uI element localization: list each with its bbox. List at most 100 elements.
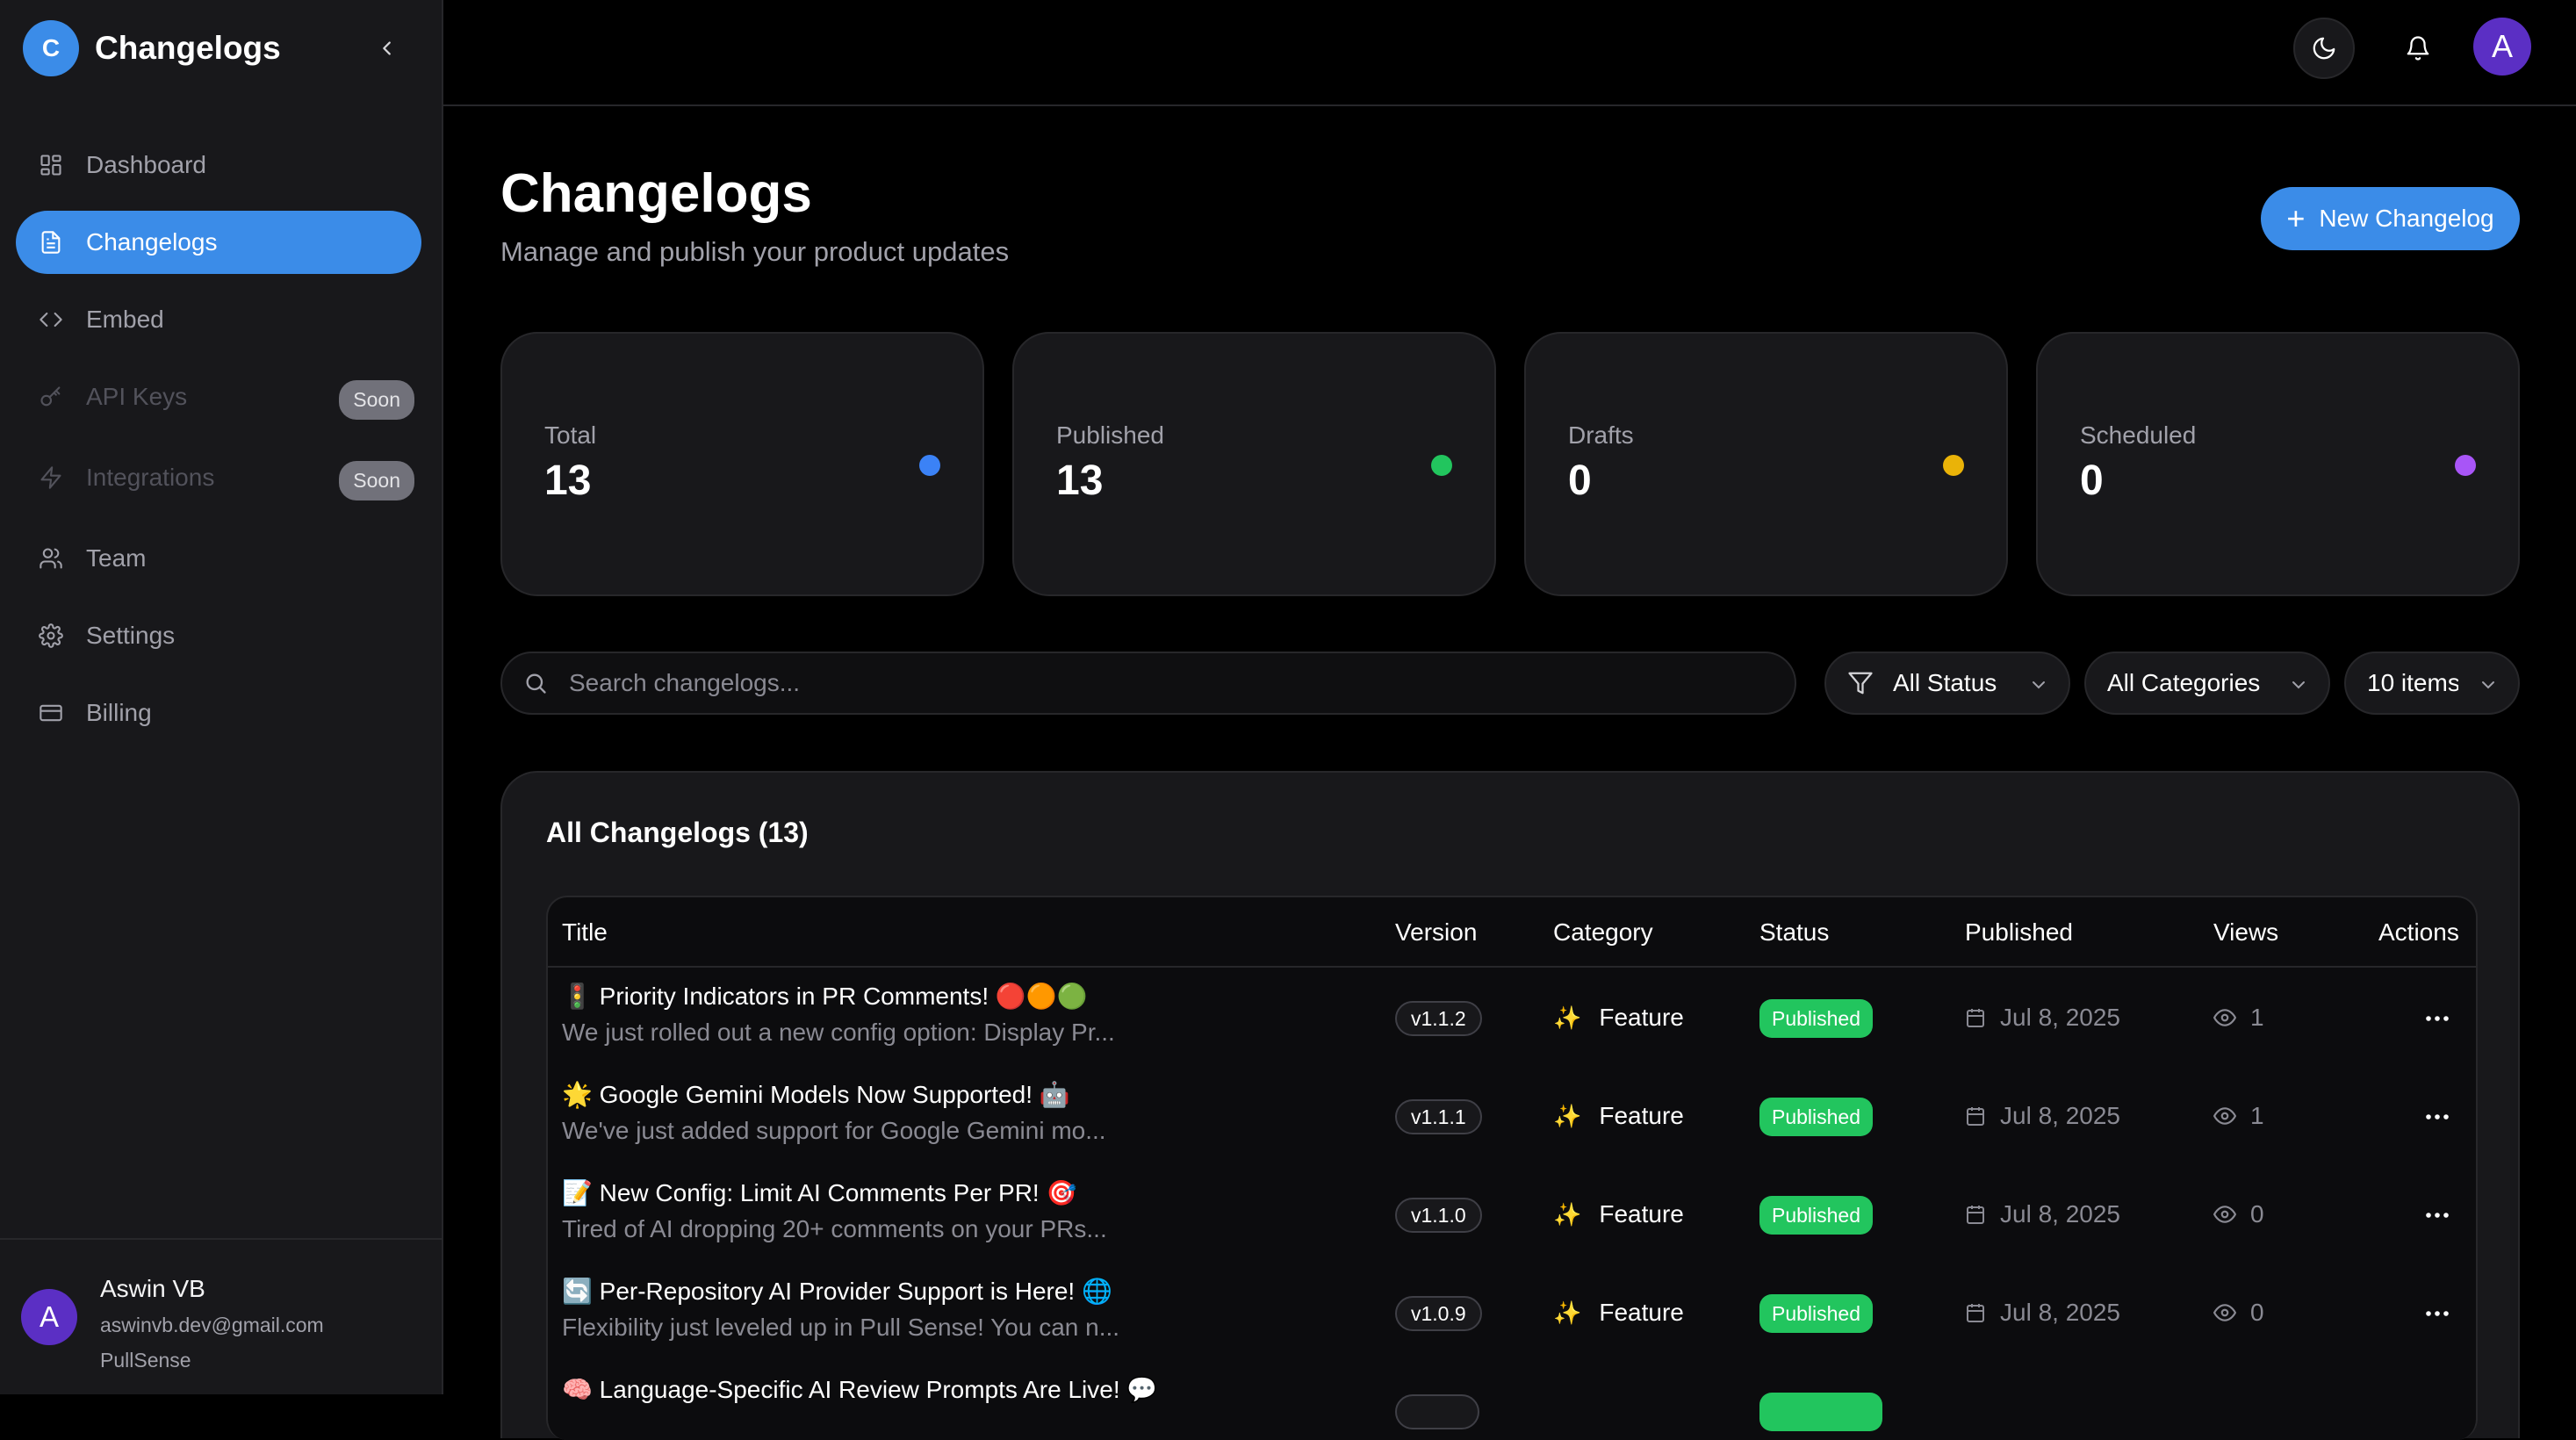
- category-label: Feature: [1599, 1200, 1684, 1228]
- sidebar-item-settings[interactable]: Settings: [16, 604, 421, 667]
- topbar: A: [443, 0, 2576, 106]
- row-title[interactable]: 🔄 Per-Repository AI Provider Support is …: [562, 1277, 1112, 1306]
- search-icon: [526, 673, 546, 694]
- row-title[interactable]: 🧠 Language-Specific AI Review Prompts Ar…: [562, 1375, 1157, 1404]
- avatar[interactable]: A: [2473, 18, 2531, 76]
- views-count: 0: [2250, 1200, 2264, 1228]
- sidebar-item-label: Dashboard: [86, 151, 206, 178]
- sidebar-nav: Dashboard Changelogs Embed API Keys Soon: [16, 133, 421, 759]
- theme-toggle-button[interactable]: [2293, 18, 2355, 79]
- user-email: aswinvb.dev@gmail.com: [100, 1314, 324, 1336]
- stat-value: 0: [2080, 457, 2104, 504]
- status-dot-icon: [1943, 455, 1964, 476]
- chevron-down-icon: [2033, 681, 2045, 689]
- page-size-select[interactable]: 10 items: [2344, 652, 2520, 715]
- card-title: All Changelogs (13): [546, 817, 809, 848]
- search-input[interactable]: [569, 669, 1710, 697]
- more-horizontal-icon: [2426, 1114, 2449, 1120]
- sidebar-item-label: Changelogs: [86, 228, 218, 256]
- stat-value: 13: [544, 457, 592, 504]
- avatar: A: [21, 1289, 77, 1345]
- published-cell: Jul 8, 2025: [1965, 1102, 2120, 1130]
- stat-label: Published: [1056, 421, 1164, 449]
- status-badge: Published: [1759, 1196, 1874, 1235]
- sidebar-item-integrations[interactable]: Integrations Soon: [16, 446, 421, 509]
- category-filter-select[interactable]: All Categories: [2084, 652, 2330, 715]
- published-date: Jul 8, 2025: [2000, 1004, 2120, 1031]
- table-row[interactable]: 📝 New Config: Limit AI Comments Per PR! …: [548, 1166, 2476, 1264]
- row-description: Tired of AI dropping 20+ comments on you…: [562, 1215, 1107, 1242]
- notifications-button[interactable]: [2387, 18, 2449, 79]
- status-dot-icon: [2455, 455, 2476, 476]
- category-label: Feature: [1599, 1004, 1684, 1031]
- row-title[interactable]: 🚦 Priority Indicators in PR Comments! 🔴🟠…: [562, 982, 1087, 1011]
- status-badge: [1759, 1393, 1882, 1431]
- sidebar-item-billing[interactable]: Billing: [16, 681, 421, 745]
- status-filter-select[interactable]: All Status: [1824, 652, 2070, 715]
- collapse-sidebar-button[interactable]: [369, 30, 406, 67]
- category-cell: ✨ Feature: [1553, 1200, 1684, 1228]
- user-name: Aswin VB: [100, 1275, 205, 1302]
- eye-icon: [2213, 1107, 2236, 1125]
- sidebar-item-label: Integrations: [86, 464, 215, 491]
- stat-label: Total: [544, 421, 597, 449]
- calendar-icon: [1967, 1107, 1984, 1126]
- page-subtitle: Manage and publish your product updates: [500, 236, 1010, 267]
- lightning-icon: [37, 464, 65, 492]
- eye-icon: [2213, 1009, 2236, 1026]
- calendar-icon: [1967, 1304, 1984, 1322]
- sidebar-item-embed[interactable]: Embed: [16, 288, 421, 351]
- dashboard-grid-icon: [37, 151, 65, 179]
- changelogs-table: Title Version Category Status Published …: [546, 896, 2478, 1440]
- users-icon: [37, 544, 65, 572]
- category-filter-value: All Categories: [2107, 669, 2261, 696]
- table-row[interactable]: 🚦 Priority Indicators in PR Comments! 🔴🟠…: [548, 969, 2476, 1068]
- stat-label: Scheduled: [2080, 421, 2197, 449]
- category-cell: ✨ Feature: [1553, 1004, 1684, 1032]
- more-actions-button[interactable]: [2420, 1298, 2455, 1329]
- soon-badge: Soon: [339, 461, 414, 500]
- status-badge: Published: [1759, 1294, 1874, 1333]
- status-dot-icon: [1431, 455, 1452, 476]
- page-title: Changelogs: [500, 163, 812, 224]
- more-horizontal-icon: [2426, 1213, 2449, 1218]
- brand[interactable]: C Changelogs: [23, 20, 281, 76]
- sidebar-item-changelogs[interactable]: Changelogs: [16, 211, 421, 274]
- search-bar[interactable]: [500, 652, 1796, 715]
- sidebar-item-dashboard[interactable]: Dashboard: [16, 133, 421, 197]
- more-actions-button[interactable]: [2420, 1003, 2455, 1034]
- calendar-icon: [1967, 1009, 1984, 1027]
- table-row[interactable]: 🌟 Google Gemini Models Now Supported! 🤖 …: [548, 1068, 2476, 1166]
- column-header-status[interactable]: Status: [1759, 918, 1829, 947]
- column-header-version[interactable]: Version: [1395, 918, 1477, 947]
- more-actions-button[interactable]: [2420, 1199, 2455, 1231]
- more-actions-button[interactable]: [2420, 1101, 2455, 1133]
- new-changelog-button[interactable]: + New Changelog: [2261, 187, 2520, 250]
- more-horizontal-icon: [2426, 1311, 2449, 1316]
- table-row[interactable]: 🔄 Per-Repository AI Provider Support is …: [548, 1264, 2476, 1363]
- document-icon: [37, 228, 65, 256]
- views-cell: 0: [2213, 1299, 2264, 1327]
- table-row[interactable]: 🧠 Language-Specific AI Review Prompts Ar…: [548, 1363, 2476, 1440]
- new-changelog-label: New Changelog: [2319, 205, 2494, 232]
- key-icon: [37, 383, 65, 411]
- published-cell: Jul 8, 2025: [1965, 1299, 2120, 1327]
- calendar-icon: [1967, 1206, 1984, 1224]
- column-header-published[interactable]: Published: [1965, 918, 2073, 947]
- category-label: Feature: [1599, 1299, 1684, 1326]
- bell-icon: [2407, 36, 2429, 61]
- sidebar-item-team[interactable]: Team: [16, 527, 421, 590]
- views-cell: 0: [2213, 1200, 2264, 1228]
- category-label: Feature: [1599, 1102, 1684, 1129]
- eye-icon: [2213, 1304, 2236, 1321]
- column-header-views[interactable]: Views: [2213, 918, 2278, 947]
- column-header-category[interactable]: Category: [1553, 918, 1653, 947]
- column-header-title[interactable]: Title: [562, 918, 608, 947]
- row-title[interactable]: 📝 New Config: Limit AI Comments Per PR! …: [562, 1178, 1076, 1207]
- category-cell: ✨ Feature: [1553, 1102, 1684, 1130]
- row-title[interactable]: 🌟 Google Gemini Models Now Supported! 🤖: [562, 1080, 1070, 1109]
- stat-card-total: Total 13: [500, 332, 984, 596]
- sidebar-item-api-keys[interactable]: API Keys Soon: [16, 365, 421, 428]
- user-profile[interactable]: A Aswin VB aswinvb.dev@gmail.com PullSen…: [0, 1238, 442, 1394]
- chevron-left-icon: [383, 41, 391, 55]
